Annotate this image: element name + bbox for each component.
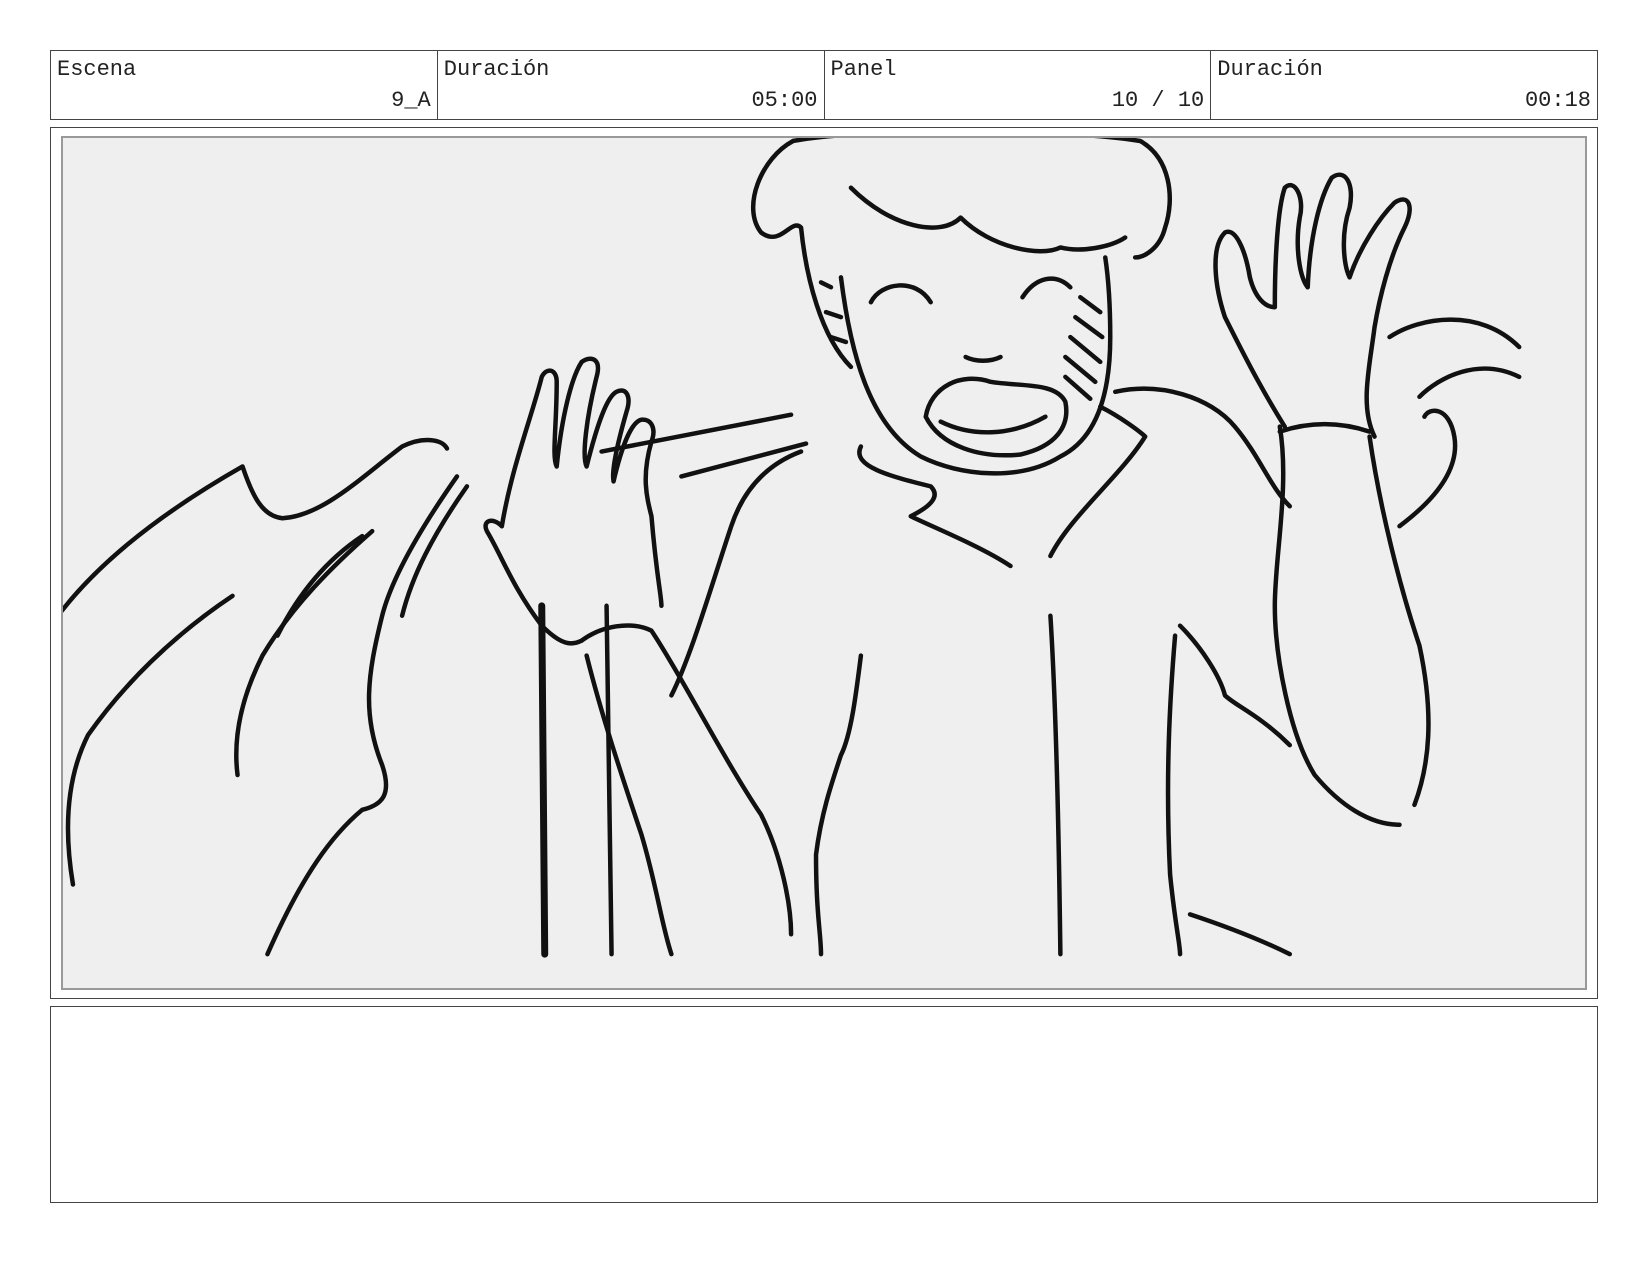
left-eye: [868, 283, 933, 305]
scene-value: 9_A: [391, 88, 431, 113]
hair-bangs: [848, 185, 1128, 254]
right-cuff: [1277, 421, 1372, 434]
right-cape: [1387, 317, 1522, 529]
panel-label: Panel: [830, 57, 897, 82]
duration-value: 05:00: [751, 88, 818, 113]
scene-label: Escena: [57, 57, 137, 82]
hair-top: [790, 138, 1172, 260]
panel-value: 10 / 10: [1111, 88, 1205, 113]
bottom-right-line: [1165, 633, 1183, 957]
panel-duration-cell: Duración 00:18: [1211, 51, 1597, 119]
nose: [963, 354, 1003, 363]
notes-area[interactable]: [50, 1006, 1598, 1203]
duration-label: Duración: [443, 57, 550, 82]
storyboard-header: Escena 9_A Duración 05:00 Panel 10 / 10 …: [50, 50, 1598, 120]
right-arm-inner: [1367, 434, 1431, 808]
staff: [538, 602, 549, 958]
beard-right: [1063, 295, 1105, 402]
right-hand: [1213, 172, 1412, 439]
left-hand: [499, 356, 664, 609]
duration-cell: Duración 05:00: [438, 51, 825, 119]
left-sleeve: [579, 623, 794, 937]
left-sleeve-back: [584, 653, 674, 957]
scene-cell: Escena 9_A: [51, 51, 438, 119]
sketch-drawing: [63, 138, 1522, 958]
right-eye: [1020, 276, 1073, 300]
storyboard-sketch: [61, 136, 1587, 990]
mouth-inner: [938, 414, 1048, 435]
jacket-left-inner: [813, 653, 864, 957]
panel-cell: Panel 10 / 10: [825, 51, 1212, 119]
collar-right: [1048, 404, 1148, 559]
left-figure-fold3: [65, 593, 235, 887]
staff-right: [604, 603, 614, 957]
jacket-center: [1048, 613, 1063, 957]
left-hand-thumb: [483, 518, 584, 646]
bottom-right-shape: [1187, 912, 1293, 957]
panel-duration-label: Duración: [1217, 57, 1323, 82]
panel-duration-value: 00:18: [1524, 88, 1591, 113]
shoulder-right: [1112, 386, 1293, 509]
storyboard-frame: [50, 127, 1598, 999]
head-outline: [751, 138, 854, 370]
right-body-fold: [1177, 623, 1293, 748]
left-figure-fold1: [234, 528, 375, 778]
right-arm: [1272, 424, 1402, 828]
jacket-left: [669, 449, 804, 698]
